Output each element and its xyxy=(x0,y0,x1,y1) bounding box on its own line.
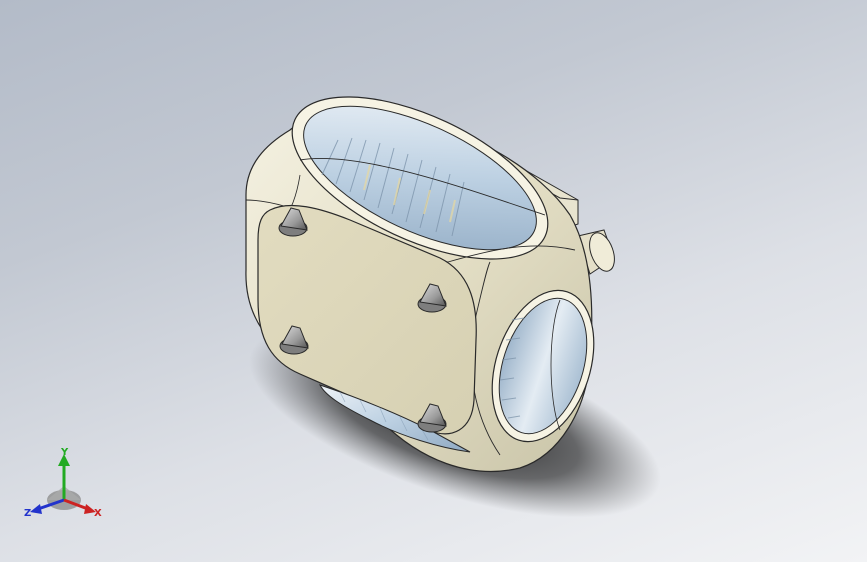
y-axis-label: Y xyxy=(60,447,69,458)
graphics-viewport[interactable]: Y Z X xyxy=(0,0,867,562)
model-3d-view[interactable] xyxy=(0,0,867,562)
z-axis-label: Z xyxy=(24,508,31,519)
view-orientation-triad[interactable]: Y Z X xyxy=(24,446,104,526)
x-axis-label: X xyxy=(94,508,102,519)
z-axis-arrow-icon xyxy=(30,504,42,514)
